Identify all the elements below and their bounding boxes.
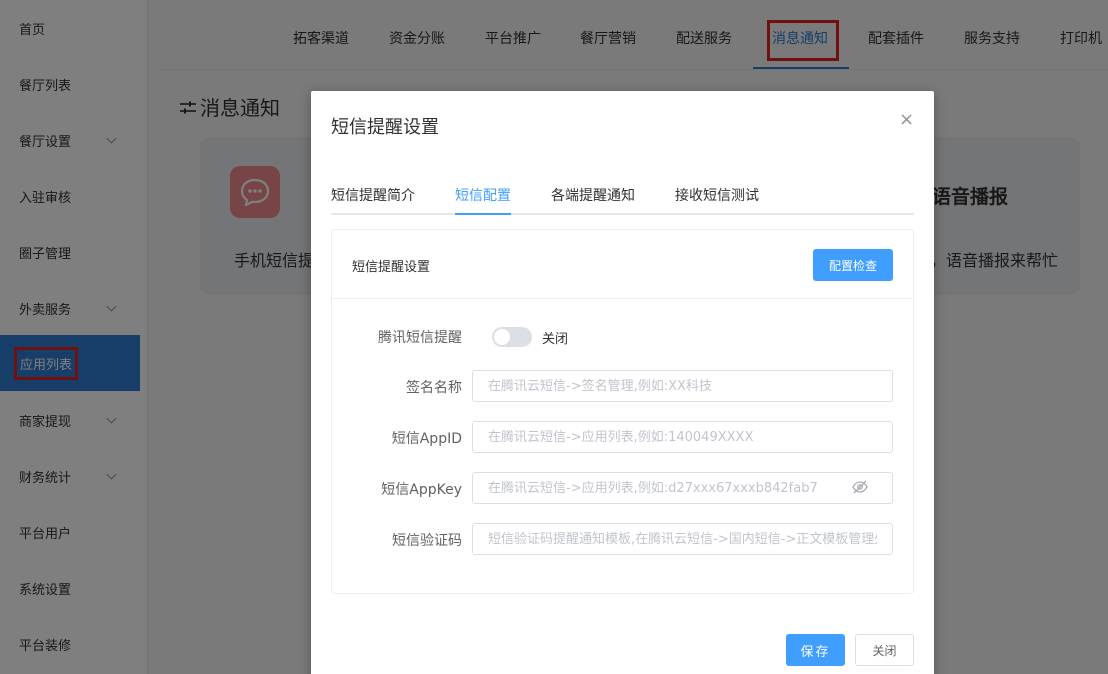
tencent-sms-toggle[interactable]	[492, 327, 532, 347]
sms-appkey-input[interactable]	[472, 472, 893, 504]
field-label-appid: 短信AppID	[391, 431, 462, 447]
tab-sms-test[interactable]: 接收短信测试	[675, 185, 759, 205]
sms-config-panel: 短信提醒设置 配置检查 腾讯短信提醒 关闭 签名名称 短信AppID 短信App…	[331, 229, 914, 594]
toggle-knob	[494, 329, 510, 345]
switch-label: 腾讯短信提醒	[378, 330, 462, 346]
close-button[interactable]: 关闭	[855, 634, 914, 666]
tab-endpoint-notifications[interactable]: 各端提醒通知	[551, 185, 635, 205]
panel-title: 短信提醒设置	[352, 260, 431, 275]
panel-header: 短信提醒设置 配置检查	[332, 230, 913, 299]
toggle-state-text: 关闭	[542, 332, 569, 347]
active-tab-underline	[455, 213, 511, 215]
signature-name-input[interactable]	[472, 370, 893, 402]
tab-sms-config[interactable]: 短信配置	[455, 185, 511, 205]
close-icon[interactable]: ×	[899, 109, 914, 130]
config-check-button[interactable]: 配置检查	[813, 249, 893, 281]
save-button[interactable]: 保存	[786, 634, 845, 666]
sms-settings-dialog: 短信提醒设置 × 短信提醒简介 短信配置 各端提醒通知 接收短信测试 短信提醒设…	[311, 91, 934, 674]
dialog-tabs: 短信提醒简介 短信配置 各端提醒通知 接收短信测试	[331, 177, 914, 215]
field-label-appkey: 短信AppKey	[381, 482, 462, 498]
sms-verification-template-input[interactable]	[472, 523, 893, 555]
field-label-verification: 短信验证码	[392, 533, 462, 549]
sms-appid-input[interactable]	[472, 421, 893, 453]
tab-sms-intro[interactable]: 短信提醒简介	[331, 185, 415, 205]
eye-hidden-icon[interactable]	[852, 480, 868, 494]
dialog-title: 短信提醒设置	[331, 117, 439, 138]
field-label-signature: 签名名称	[406, 380, 462, 396]
